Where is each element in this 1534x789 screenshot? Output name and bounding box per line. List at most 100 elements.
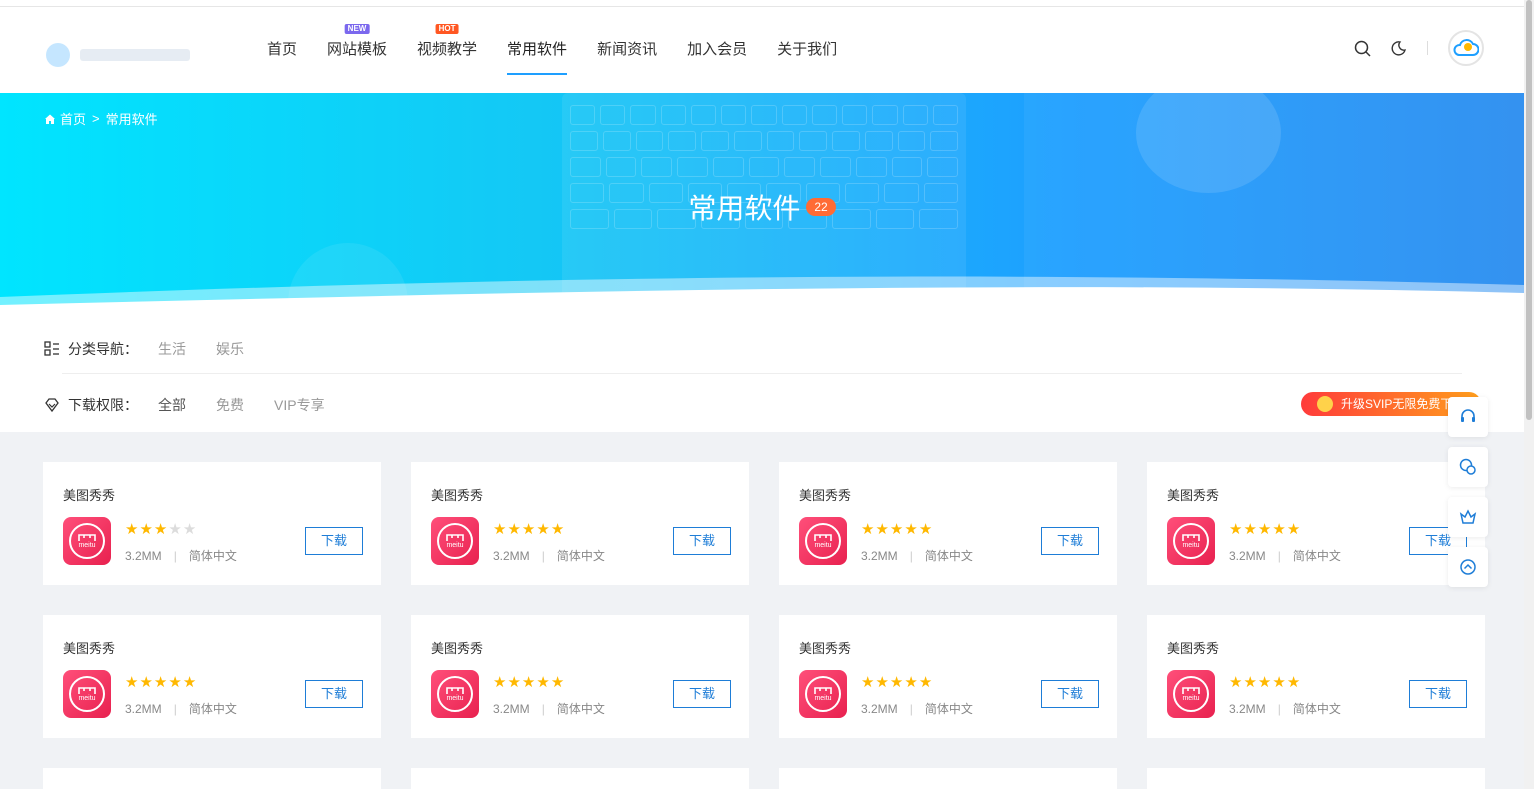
category-option[interactable]: 娱乐 (216, 339, 244, 359)
category-option[interactable]: 生活 (158, 339, 186, 359)
nav-item[interactable]: 网站模板 NEW (312, 7, 402, 93)
software-card[interactable]: 美图秀秀 meitu ★★★★★ 3.2MM | 简体中文 下载 (43, 462, 381, 585)
meitu-app-icon[interactable]: meitu (799, 517, 847, 565)
star-icon: ★ (153, 674, 169, 691)
site-logo[interactable] (40, 37, 200, 73)
svip-upgrade-label: 升级SVIP无限免费下载 (1341, 397, 1465, 411)
nav-item[interactable]: 新闻资讯 (582, 7, 672, 93)
rating-stars: ★★★★★ (125, 673, 197, 691)
breadcrumb-home-link[interactable]: 首页 (60, 109, 86, 128)
star-icon: ★ (1257, 674, 1273, 691)
nav-item-label: 关于我们 (777, 41, 838, 58)
star-icon: ★ (1243, 521, 1258, 538)
software-name[interactable]: 美图秀秀 (799, 485, 851, 504)
meitu-logo-text: meitu (1182, 694, 1200, 702)
rating-stars: ★★★★★ (493, 673, 565, 691)
nav-item-label: 网站模板 (327, 41, 388, 58)
download-button[interactable]: 下载 (305, 680, 363, 708)
software-name[interactable]: 美图秀秀 (63, 638, 115, 657)
software-card[interactable] (43, 768, 381, 789)
star-icon: ★ (125, 674, 140, 691)
page-title-text: 常用软件 (688, 193, 801, 224)
software-name[interactable]: 美图秀秀 (1167, 485, 1219, 504)
category-filter-row: 分类导航： 生活 娱乐 (44, 339, 274, 359)
software-card[interactable] (411, 768, 749, 789)
download-button[interactable]: 下载 (1409, 680, 1467, 708)
software-name[interactable]: 美图秀秀 (63, 485, 115, 504)
download-button[interactable]: 下载 (673, 680, 731, 708)
software-name[interactable]: 美图秀秀 (431, 638, 483, 657)
star-icon: ★ (889, 521, 905, 538)
software-name[interactable]: 美图秀秀 (1167, 638, 1219, 657)
avatar[interactable] (1448, 30, 1484, 66)
star-icon: ★ (507, 521, 522, 538)
download-button[interactable]: 下载 (305, 527, 363, 555)
nav-item-label: 首页 (267, 41, 298, 58)
meitu-app-icon[interactable]: meitu (431, 517, 479, 565)
star-icon: ★ (507, 674, 522, 691)
software-meta: 3.2MM | 简体中文 (1229, 547, 1341, 564)
star-icon: ★ (536, 521, 551, 538)
rating-stars: ★★★★★ (493, 520, 565, 538)
moon-icon[interactable] (1389, 39, 1407, 57)
nav-item[interactable]: 加入会员 (672, 7, 762, 93)
breadcrumb-separator: > (92, 111, 100, 126)
meitu-logo-text: meitu (446, 694, 464, 702)
software-meta: 3.2MM | 简体中文 (861, 547, 973, 564)
permission-option-free[interactable]: 免费 (216, 395, 244, 415)
crown-icon (1317, 396, 1333, 412)
permission-option-vip[interactable]: VIP专享 (274, 395, 325, 415)
star-icon: ★ (1229, 521, 1244, 538)
category-filter-label: 分类导航： (68, 341, 138, 357)
search-icon[interactable] (1353, 39, 1371, 57)
nav-item[interactable]: 常用软件 (492, 7, 582, 93)
nav-item[interactable]: 关于我们 (762, 7, 852, 93)
software-card[interactable]: 美图秀秀 meitu ★★★★★ 3.2MM | 简体中文 下载 (779, 615, 1117, 738)
nav-item-label: 加入会员 (687, 41, 748, 58)
headset-icon[interactable] (1448, 397, 1488, 437)
software-card[interactable]: 美图秀秀 meitu ★★★★★ 3.2MM | 简体中文 下载 (1147, 462, 1485, 585)
meitu-app-icon[interactable]: meitu (1167, 670, 1215, 718)
permission-option-all[interactable]: 全部 (158, 395, 186, 415)
software-card[interactable]: 美图秀秀 meitu ★★★★★ 3.2MM | 简体中文 下载 (779, 462, 1117, 585)
meitu-logo-text: meitu (78, 541, 96, 549)
language: 简体中文 (556, 702, 605, 716)
meitu-logo: meitu (437, 523, 473, 559)
software-card[interactable] (779, 768, 1117, 789)
download-button[interactable]: 下载 (1041, 527, 1099, 555)
meta-separator: | (909, 549, 913, 563)
software-card[interactable]: 美图秀秀 meitu ★★★★★ 3.2MM | 简体中文 下载 (411, 462, 749, 585)
software-meta: 3.2MM | 简体中文 (493, 547, 605, 564)
meitu-app-icon[interactable]: meitu (799, 670, 847, 718)
meitu-app-icon[interactable]: meitu (63, 670, 111, 718)
nav-item[interactable]: 首页 (252, 7, 312, 93)
page-scrollbar[interactable] (1524, 0, 1534, 789)
star-icon: ★ (1286, 674, 1302, 691)
floating-toolbar (1448, 397, 1488, 597)
software-name[interactable]: 美图秀秀 (799, 638, 851, 657)
software-meta: 3.2MM | 简体中文 (125, 700, 237, 717)
back-to-top-icon[interactable] (1448, 547, 1488, 587)
breadcrumb-current: 常用软件 (105, 112, 158, 127)
meitu-app-icon[interactable]: meitu (1167, 517, 1215, 565)
nav-item[interactable]: 视频教学 HOT (402, 7, 492, 93)
star-icon: ★ (182, 521, 198, 538)
download-button[interactable]: 下载 (1041, 680, 1099, 708)
software-card[interactable]: 美图秀秀 meitu ★★★★★ 3.2MM | 简体中文 下载 (1147, 615, 1485, 738)
star-icon: ★ (1272, 674, 1287, 691)
category-banner: 首页 > 常用软件 常用软件 22 (0, 93, 1524, 311)
meta-separator: | (173, 702, 177, 716)
vip-crown-icon[interactable] (1448, 497, 1488, 537)
chat-icon[interactable] (1448, 447, 1488, 487)
meitu-app-icon[interactable]: meitu (63, 517, 111, 565)
download-button[interactable]: 下载 (673, 527, 731, 555)
meitu-logo: meitu (437, 676, 473, 712)
software-name[interactable]: 美图秀秀 (431, 485, 483, 504)
software-card[interactable]: 美图秀秀 meitu ★★★★★ 3.2MM | 简体中文 下载 (43, 615, 381, 738)
scrollbar-thumb[interactable] (1526, 0, 1532, 420)
star-icon: ★ (182, 674, 198, 691)
software-card[interactable] (1147, 768, 1485, 789)
software-card[interactable]: 美图秀秀 meitu ★★★★★ 3.2MM | 简体中文 下载 (411, 615, 749, 738)
meitu-app-icon[interactable]: meitu (431, 670, 479, 718)
software-meta: 3.2MM | 简体中文 (493, 700, 605, 717)
